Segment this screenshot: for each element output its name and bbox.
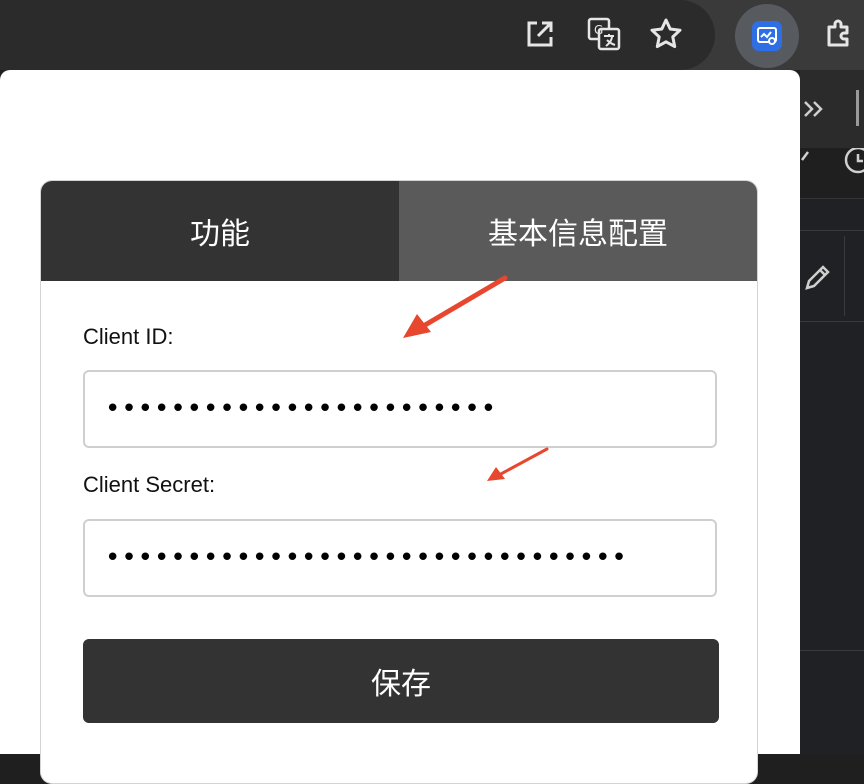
chevron-double-right-icon[interactable] [800, 94, 830, 124]
tab-label: 功能 [190, 217, 250, 252]
browser-toolbar: G [0, 0, 864, 70]
open-in-new-icon[interactable] [520, 14, 560, 54]
extension-popup: 功能 基本信息配置 Client ID: Client Secret: 保存 [0, 70, 800, 784]
tab-basic-config[interactable]: 基本信息配置 [399, 181, 757, 281]
client-secret-label: Client Secret: [83, 472, 216, 497]
divider [800, 650, 864, 651]
divider [844, 236, 845, 316]
client-secret-input[interactable] [83, 519, 717, 597]
extension-badge [752, 21, 782, 51]
svg-text:G: G [594, 23, 603, 37]
bookmark-star-icon[interactable] [646, 14, 686, 54]
annotation-arrow [403, 275, 508, 338]
edit-pencil-icon[interactable] [802, 261, 834, 293]
save-button[interactable]: 保存 [83, 639, 719, 723]
background-toolbar-row [800, 148, 864, 199]
client-id-label: Client ID: [83, 324, 174, 349]
translate-icon[interactable]: G [584, 14, 624, 54]
extensions-puzzle-icon[interactable] [820, 14, 860, 54]
client-id-input[interactable] [83, 370, 717, 448]
tab-bar: 功能 基本信息配置 [41, 181, 757, 281]
tab-label: 基本信息配置 [488, 217, 668, 252]
annotation-arrow [487, 447, 549, 481]
divider [856, 90, 859, 126]
tab-features[interactable]: 功能 [41, 181, 399, 281]
history-icon[interactable] [800, 148, 864, 198]
extension-active-icon[interactable] [735, 4, 799, 68]
background-list-row [800, 230, 864, 322]
background-bookmarks-bar [800, 70, 864, 148]
